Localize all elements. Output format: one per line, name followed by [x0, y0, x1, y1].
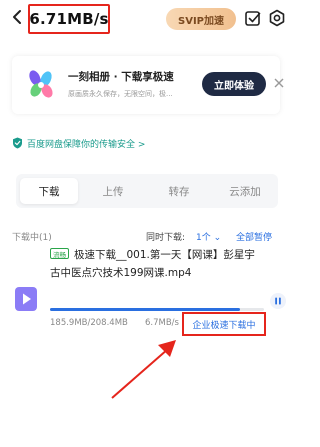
security-text: 百度网盘保障你的传输安全 >: [27, 139, 146, 150]
download-progress-bar: [50, 308, 264, 311]
download-progress-fill: [50, 308, 241, 311]
download-size: 185.9MB/208.4MB: [50, 318, 128, 328]
back-arrow-icon[interactable]: [10, 9, 24, 25]
transfer-security-link[interactable]: 百度网盘保障你的传输安全 >: [12, 136, 145, 150]
download-speed: 6.71MB/s: [28, 4, 110, 34]
svip-accelerate-button[interactable]: SVIP加速: [166, 8, 236, 30]
top-bar: 6.71MB/s SVIP加速: [0, 0, 292, 40]
close-icon[interactable]: [274, 78, 284, 88]
download-speed-text: 6.71MB/s: [29, 10, 109, 28]
shield-icon: [13, 137, 22, 149]
transfer-tabs: 下载 上传 转存 云添加: [16, 174, 278, 208]
pause-icon[interactable]: [270, 293, 286, 309]
pause-all-button[interactable]: 全部暂停: [236, 230, 272, 243]
file-name: 极速下载__001.第一天【网课】彭星宇古中医点穴技术199网课.mp4: [50, 249, 255, 279]
promo-title: 一刻相册 · 下载享极速: [68, 71, 174, 83]
enterprise-accelerate-text: 企业极速下载中: [192, 320, 256, 331]
video-file-icon: [15, 287, 37, 311]
enterprise-accelerate-badge[interactable]: 企业极速下载中: [182, 312, 266, 336]
promo-banner[interactable]: 一刻相册 · 下载享极速 原画质永久保存，无限空间，极... 立即体验: [12, 56, 284, 114]
download-rate: 6.7MB/s: [145, 318, 179, 328]
tab-transfer-save[interactable]: 转存: [150, 178, 208, 204]
quality-tag: 流畅: [50, 248, 69, 259]
tab-upload[interactable]: 上传: [84, 178, 142, 204]
yike-album-logo-icon: [29, 70, 53, 98]
tab-download[interactable]: 下载: [20, 178, 78, 204]
tab-cloud-add[interactable]: 云添加: [216, 178, 274, 204]
settings-gear-icon[interactable]: [268, 9, 286, 27]
concurrent-download-label: 同时下载:: [146, 233, 186, 243]
promo-subtitle: 原画质永久保存，无限空间，极...: [68, 90, 173, 98]
try-now-button[interactable]: 立即体验: [202, 72, 266, 96]
edit-select-icon[interactable]: [244, 9, 262, 27]
concurrent-download-select[interactable]: 1个 ⌄: [196, 230, 221, 243]
downloading-count: 下载中(1): [12, 233, 52, 243]
